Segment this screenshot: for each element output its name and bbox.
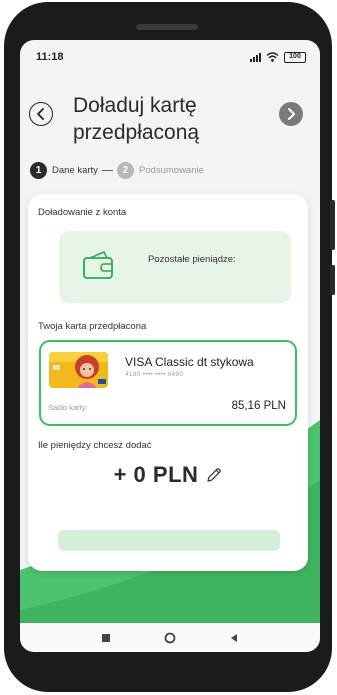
next-button[interactable] bbox=[279, 102, 303, 126]
from-account-label: Doładowanie z konta bbox=[38, 207, 127, 218]
prepaid-card-label: Twoja karta przedpłacona bbox=[38, 321, 147, 332]
step-1-label: Dane karty bbox=[52, 164, 98, 176]
recent-apps-icon[interactable] bbox=[101, 633, 111, 643]
card-balance-value: 85,16 PLN bbox=[231, 400, 286, 412]
wifi-icon bbox=[266, 52, 279, 62]
amount-value: + 0 PLN bbox=[113, 462, 199, 487]
app-screen: 11:18 100 Doładuj kartę przedpłaconą 1 D… bbox=[20, 40, 320, 652]
step-separator bbox=[101, 169, 113, 171]
chevron-right-icon bbox=[288, 108, 295, 120]
form-card: Doładowanie z konta Pozostałe pieniądze:… bbox=[28, 194, 308, 571]
stepper: 1 Dane karty 2 Podsumowanie bbox=[30, 161, 204, 179]
remaining-money-label: Pozostałe pieniądze: bbox=[148, 254, 236, 265]
step-2-indicator: 2 bbox=[116, 161, 134, 179]
chevron-left-icon bbox=[37, 108, 44, 120]
phone-volume-button bbox=[330, 200, 335, 250]
card-number: 4180 •••• •••• 0490 bbox=[125, 371, 184, 378]
back-icon[interactable] bbox=[229, 633, 239, 643]
prepaid-card-tile[interactable]: VISA Classic dt stykowa 4180 •••• •••• 0… bbox=[39, 340, 297, 426]
home-icon[interactable] bbox=[164, 632, 176, 644]
step-2-label: Podsumowanie bbox=[138, 164, 204, 176]
amount-input[interactable]: + 0 PLN bbox=[28, 460, 308, 490]
back-button[interactable] bbox=[29, 102, 53, 126]
submit-button[interactable] bbox=[58, 530, 280, 551]
amount-question-label: Ile pieniędzy chcesz dodać bbox=[38, 440, 152, 451]
status-icons: 100 bbox=[250, 51, 306, 63]
page-title-line1: Doładuj kartę bbox=[73, 94, 197, 117]
page-title-line2: przedpłaconą bbox=[73, 121, 200, 144]
phone-power-button bbox=[330, 265, 335, 295]
pencil-icon[interactable] bbox=[206, 467, 222, 483]
status-bar: 11:18 100 bbox=[20, 40, 320, 74]
wallet-icon bbox=[83, 251, 113, 279]
battery-icon: 100 bbox=[284, 51, 306, 63]
phone-speaker bbox=[136, 24, 198, 30]
card-balance-label: Saldo karty: bbox=[48, 403, 88, 412]
page-title: Doładuj kartę przedpłaconą bbox=[73, 92, 273, 146]
system-nav-bar bbox=[20, 623, 320, 652]
step-1-indicator: 1 bbox=[30, 161, 47, 179]
card-image bbox=[49, 352, 108, 388]
status-time: 11:18 bbox=[36, 51, 64, 63]
signal-icon bbox=[250, 52, 261, 62]
account-select[interactable]: Pozostałe pieniądze: bbox=[59, 231, 291, 303]
card-name: VISA Classic dt stykowa bbox=[125, 355, 254, 369]
header: Doładuj kartę przedpłaconą bbox=[20, 92, 320, 152]
